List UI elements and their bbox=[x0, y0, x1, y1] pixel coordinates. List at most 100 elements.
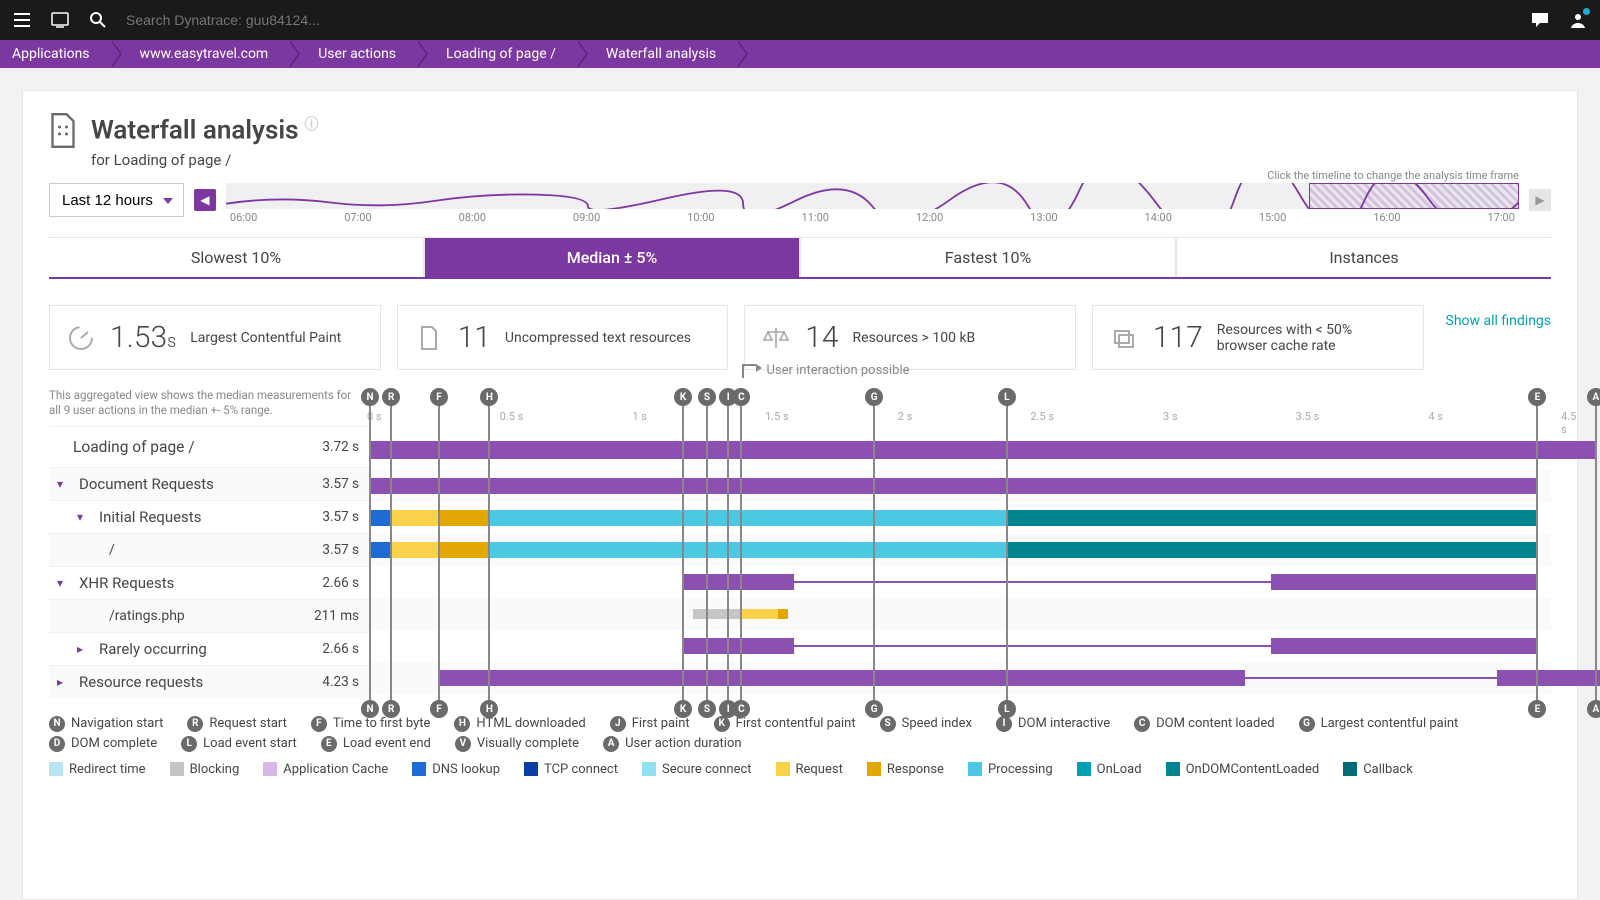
timeline-tick: 10:00 bbox=[687, 211, 714, 224]
legend-color: Processing bbox=[968, 762, 1053, 777]
waterfall-tick: 4.5 s bbox=[1561, 410, 1576, 436]
chevron-down-icon: ▾ bbox=[57, 576, 71, 590]
search-icon[interactable] bbox=[88, 10, 108, 30]
waterfall-row-label[interactable]: ▾Initial Requests bbox=[49, 501, 309, 533]
legend-marker: ELoad event end bbox=[321, 736, 431, 752]
waterfall-lane[interactable] bbox=[369, 534, 1551, 566]
legend-color: Response bbox=[867, 762, 944, 777]
aggregation-note: This aggregated view shows the median me… bbox=[49, 388, 369, 426]
annotation-user-interaction: User interaction possible bbox=[742, 360, 909, 378]
topbar bbox=[0, 0, 1600, 40]
main-card: Waterfall analysisⓘ for Loading of page … bbox=[22, 90, 1578, 900]
legend-marker: JFirst paint bbox=[610, 716, 690, 732]
breadcrumb-item[interactable]: Applications bbox=[0, 40, 112, 68]
waterfall-row-duration: 4.23 s bbox=[309, 674, 369, 690]
kpi-uncompressed[interactable]: 11 Uncompressed text resources bbox=[397, 305, 729, 370]
marker-L[interactable]: LL bbox=[1006, 396, 1008, 710]
legend-marker: RRequest start bbox=[187, 716, 287, 732]
timeline-tick: 15:00 bbox=[1259, 211, 1286, 224]
tab-fastest-10-[interactable]: Fastest 10% bbox=[800, 237, 1176, 277]
legend-marker: CDOM content loaded bbox=[1134, 716, 1274, 732]
marker-G[interactable]: GG bbox=[873, 396, 875, 710]
marker-I[interactable]: II bbox=[727, 396, 729, 710]
waterfall-row-label[interactable]: ▾XHR Requests bbox=[49, 567, 309, 599]
menu-icon[interactable] bbox=[12, 10, 32, 30]
timeline-next-button[interactable]: ▶ bbox=[1529, 189, 1551, 211]
breadcrumb: Applications www.easytravel.com User act… bbox=[0, 40, 1600, 68]
timeline-brush[interactable] bbox=[1309, 183, 1519, 209]
marker-E[interactable]: EE bbox=[1536, 396, 1538, 710]
marker-C[interactable]: CC bbox=[740, 396, 742, 710]
waterfall-lane[interactable] bbox=[369, 662, 1551, 694]
marker-H[interactable]: HH bbox=[488, 396, 490, 710]
legend-marker: FTime to first byte bbox=[311, 716, 431, 732]
legend-color: Request bbox=[776, 762, 843, 777]
timeline-hint: Click the timeline to change the analysi… bbox=[1267, 169, 1519, 182]
waterfall-row-label: Loading of page / bbox=[49, 427, 309, 467]
waterfall-tick: 0.5 s bbox=[500, 410, 524, 423]
search-input[interactable] bbox=[126, 12, 526, 28]
timeline-sparkline[interactable]: Click the timeline to change the analysi… bbox=[226, 183, 1519, 227]
waterfall-tick: 4 s bbox=[1428, 410, 1443, 423]
waterfall-row-label: / bbox=[49, 534, 309, 566]
legend-marker: LLoad event start bbox=[181, 736, 297, 752]
marker-R[interactable]: RR bbox=[390, 396, 392, 710]
legend-marker: NNavigation start bbox=[49, 716, 163, 732]
waterfall-tick: 3 s bbox=[1163, 410, 1178, 423]
chevron-right-icon: ▸ bbox=[77, 642, 91, 656]
waterfall-tick: 1 s bbox=[632, 410, 647, 423]
timeline-tick: 09:00 bbox=[573, 211, 600, 224]
timeline-tick: 16:00 bbox=[1373, 211, 1400, 224]
legend-marker: VVisually complete bbox=[455, 736, 579, 752]
breadcrumb-item[interactable]: www.easytravel.com bbox=[112, 40, 291, 68]
waterfall-lane[interactable] bbox=[369, 598, 1551, 630]
breadcrumb-item[interactable]: User actions bbox=[290, 40, 418, 68]
marker-S[interactable]: SS bbox=[706, 396, 708, 710]
info-icon[interactable]: ⓘ bbox=[304, 117, 318, 133]
timeline-tick: 06:00 bbox=[230, 211, 257, 224]
waterfall-lane[interactable] bbox=[369, 430, 1551, 470]
stack-icon bbox=[1109, 323, 1139, 353]
tab-slowest-10-[interactable]: Slowest 10% bbox=[49, 237, 424, 277]
file-icon bbox=[414, 323, 444, 353]
waterfall-lane[interactable] bbox=[369, 630, 1551, 662]
dashboard-icon[interactable] bbox=[50, 10, 70, 30]
chevron-down-icon: ▾ bbox=[77, 510, 91, 524]
chat-icon[interactable] bbox=[1530, 10, 1550, 30]
marker-A[interactable]: AA bbox=[1595, 396, 1597, 710]
waterfall-lane[interactable] bbox=[369, 502, 1551, 534]
timeline-tick: 14:00 bbox=[1145, 211, 1172, 224]
breadcrumb-item: Waterfall analysis bbox=[578, 40, 738, 68]
user-icon[interactable] bbox=[1568, 10, 1588, 30]
waterfall-row-duration: 3.57 s bbox=[309, 509, 369, 525]
waterfall-row-duration: 3.57 s bbox=[309, 542, 369, 558]
waterfall-row-label[interactable]: ▸Rarely occurring bbox=[49, 633, 309, 665]
tab-instances[interactable]: Instances bbox=[1176, 237, 1551, 277]
marker-N[interactable]: NN bbox=[369, 396, 371, 710]
kpi-cache-rate[interactable]: 117 Resources with < 50% browser cache r… bbox=[1092, 305, 1424, 370]
waterfall-lane[interactable] bbox=[369, 470, 1551, 502]
timeline-prev-button[interactable]: ◀ bbox=[194, 189, 216, 211]
show-all-findings-link[interactable]: Show all findings bbox=[1440, 305, 1552, 370]
legend-color: OnLoad bbox=[1077, 762, 1142, 777]
marker-F[interactable]: FF bbox=[438, 396, 440, 710]
waterfall-row-label[interactable]: ▸Resource requests bbox=[49, 666, 309, 698]
waterfall-row-duration: 3.72 s bbox=[309, 439, 369, 455]
legend-marker: SSpeed index bbox=[880, 716, 972, 732]
tabs: Slowest 10%Median ± 5%Fastest 10%Instanc… bbox=[49, 237, 1551, 279]
waterfall-row-duration: 2.66 s bbox=[309, 641, 369, 657]
breadcrumb-item[interactable]: Loading of page / bbox=[418, 40, 578, 68]
kpi-lcp[interactable]: 1.53s Largest Contentful Paint bbox=[49, 305, 381, 370]
timeframe-select[interactable]: Last 12 hours bbox=[49, 183, 184, 217]
page-subtitle: for Loading of page / bbox=[91, 147, 1551, 169]
color-legend: Redirect timeBlockingApplication CacheDN… bbox=[49, 762, 1551, 777]
marker-K[interactable]: KK bbox=[682, 396, 684, 710]
tab-median-5-[interactable]: Median ± 5% bbox=[424, 237, 800, 277]
waterfall-row-label[interactable]: ▾Document Requests bbox=[49, 468, 309, 500]
chevron-down-icon: ▾ bbox=[57, 477, 71, 491]
waterfall-row-duration: 2.66 s bbox=[309, 575, 369, 591]
gauge-icon bbox=[66, 323, 96, 353]
timeline-tick: 08:00 bbox=[459, 211, 486, 224]
legend-color: OnDOMContentLoaded bbox=[1166, 762, 1320, 777]
waterfall-lane[interactable] bbox=[369, 566, 1551, 598]
